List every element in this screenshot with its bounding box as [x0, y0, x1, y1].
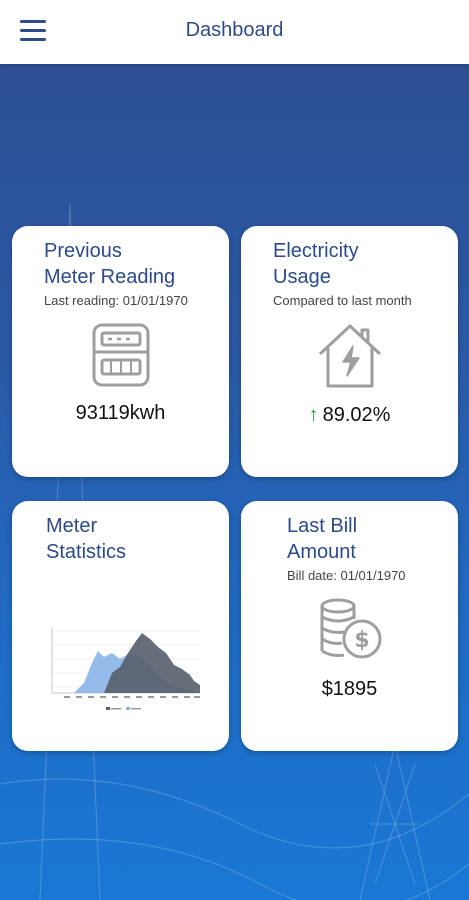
trend-up-arrow-icon: ↑	[308, 404, 319, 426]
last-bill-amount-card[interactable]: Last Bill Amount Bill date: 01/01/1970 $…	[241, 501, 458, 751]
power-tower-background	[0, 203, 469, 900]
house-lightning-icon	[318, 324, 382, 388]
bill-date: Bill date: 01/01/1970	[287, 568, 406, 583]
comparison-label: Compared to last month	[273, 293, 412, 308]
card-title: Last Bill Amount	[287, 515, 358, 563]
electricity-usage-card[interactable]: Electricity Usage Compared to last month…	[241, 226, 458, 477]
statistics-area-chart	[51, 627, 200, 710]
card-title: Previous Meter Reading	[44, 240, 176, 288]
electric-meter-icon	[92, 323, 150, 387]
last-reading-date: Last reading: 01/01/1970	[44, 293, 188, 308]
card-title: Meter Statistics	[46, 515, 127, 563]
usage-change-value: ↑ 89.02%	[308, 404, 391, 426]
app-header: Dashboard	[0, 0, 469, 64]
previous-meter-reading-card[interactable]: Previous Meter Reading Last reading: 01/…	[12, 226, 229, 477]
coins-dollar-icon: $	[320, 598, 382, 659]
svg-text:$: $	[354, 628, 369, 653]
page-title: Dashboard	[185, 19, 284, 41]
meter-reading-value: 93119kwh	[75, 402, 166, 424]
card-title: Electricity Usage	[273, 240, 359, 288]
bill-amount-value: $1895	[321, 678, 378, 700]
meter-statistics-card[interactable]: Meter Statistics	[12, 501, 229, 751]
